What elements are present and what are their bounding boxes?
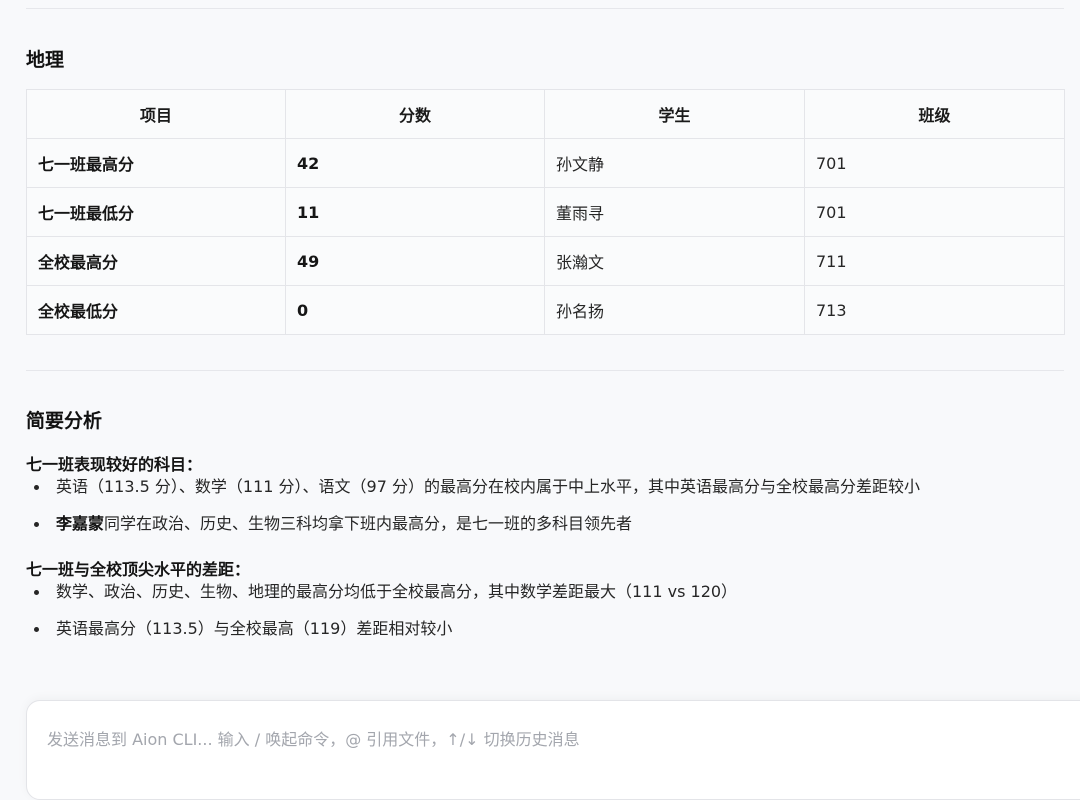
cell-student: 孙文静 xyxy=(544,138,805,188)
column-header-class: 班级 xyxy=(804,89,1065,139)
bullet-text: 数学、政治、历史、生物、地理的最高分均低于全校最高分，其中数学差距最大（111 … xyxy=(56,582,738,601)
analysis-heading: 简要分析 xyxy=(26,410,103,432)
cell-item: 全校最高分 xyxy=(26,236,286,286)
top-divider xyxy=(26,8,1064,9)
list-item: 英语（113.5 分）、数学（111 分）、语文（97 分）的最高分在校内属于中… xyxy=(26,476,1064,498)
cell-score: 49 xyxy=(285,236,545,286)
list-item: 李嘉蒙同学在政治、历史、生物三科均拿下班内最高分，是七一班的多科目领先者 xyxy=(26,513,1064,535)
list-item: 数学、政治、历史、生物、地理的最高分均低于全校最高分，其中数学差距最大（111 … xyxy=(26,581,1064,603)
cell-class: 711 xyxy=(804,236,1065,286)
column-header-score: 分数 xyxy=(285,89,545,139)
bullet-text: 同学在政治、历史、生物三科均拿下班内最高分，是七一班的多科目领先者 xyxy=(104,514,633,533)
geography-table: 项目 分数 学生 班级 七一班最高分 42 孙文静 701 七一班最低分 11 … xyxy=(26,89,1065,335)
list-item: 英语最高分（113.5）与全校最高（119）差距相对较小 xyxy=(26,618,1064,640)
bullet-text: 英语最高分（113.5）与全校最高（119）差距相对较小 xyxy=(56,619,453,638)
cell-student: 孙名扬 xyxy=(544,285,805,335)
cell-item: 七一班最低分 xyxy=(26,187,286,237)
section-divider xyxy=(26,370,1064,371)
geography-heading: 地理 xyxy=(26,49,65,71)
message-input[interactable] xyxy=(47,725,1047,753)
cell-class: 701 xyxy=(804,187,1065,237)
column-header-item: 项目 xyxy=(26,89,286,139)
bullet-text: 英语（113.5 分）、数学（111 分）、语文（97 分）的最高分在校内属于中… xyxy=(56,477,920,496)
cell-student: 张瀚文 xyxy=(544,236,805,286)
cell-class: 701 xyxy=(804,138,1065,188)
cell-score: 11 xyxy=(285,187,545,237)
table-header-row: 项目 分数 学生 班级 xyxy=(26,89,1065,139)
cell-student: 董雨寻 xyxy=(544,187,805,237)
cell-class: 713 xyxy=(804,285,1065,335)
strengths-heading: 七一班表现较好的科目： xyxy=(26,455,203,474)
table-row: 七一班最高分 42 孙文静 701 xyxy=(26,138,1065,188)
table-row: 全校最低分 0 孙名扬 713 xyxy=(26,285,1065,335)
message-content: 地理 项目 分数 学生 班级 七一班最高分 42 孙文静 701 七一班最低分 … xyxy=(26,0,1065,640)
student-name-highlight: 李嘉蒙 xyxy=(56,514,105,533)
message-composer[interactable] xyxy=(26,700,1080,800)
cell-item: 全校最低分 xyxy=(26,285,286,335)
strengths-list: 英语（113.5 分）、数学（111 分）、语文（97 分）的最高分在校内属于中… xyxy=(26,476,1064,535)
cell-score: 0 xyxy=(285,285,545,335)
table-row: 七一班最低分 11 董雨寻 701 xyxy=(26,187,1065,237)
cell-item: 七一班最高分 xyxy=(26,138,286,188)
gaps-list: 数学、政治、历史、生物、地理的最高分均低于全校最高分，其中数学差距最大（111 … xyxy=(26,581,1064,640)
gaps-heading: 七一班与全校顶尖水平的差距： xyxy=(26,560,251,579)
table-row: 全校最高分 49 张瀚文 711 xyxy=(26,236,1065,286)
column-header-student: 学生 xyxy=(544,89,805,139)
cell-score: 42 xyxy=(285,138,545,188)
